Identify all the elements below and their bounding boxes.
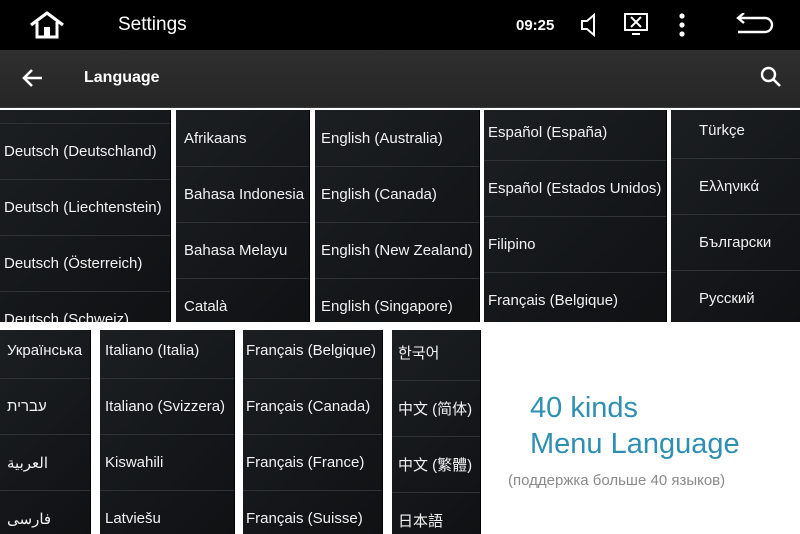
language-panel-6: Українська עברית العربية فارسی <box>0 330 91 534</box>
app-title: Settings <box>118 14 187 35</box>
language-panel-1: Deutsch (Deutschland) Deutsch (Liechtens… <box>0 110 171 322</box>
language-item[interactable]: Français (Canada) <box>243 378 382 434</box>
caption-headline: 40 kinds <box>530 392 639 424</box>
language-item[interactable]: العربية <box>0 434 90 490</box>
language-item[interactable]: 中文 (简体) <box>392 380 480 436</box>
arrow-back-icon[interactable] <box>22 67 44 89</box>
language-item[interactable]: 日本語 <box>392 492 480 534</box>
language-item[interactable]: فارسی <box>0 490 90 534</box>
language-panel-9: 한국어 中文 (简体) 中文 (繁體) 日本語 <box>392 330 481 534</box>
language-panel-5: Türkçe Ελληνικά Български Русский <box>671 110 800 322</box>
language-item[interactable]: 한국어 <box>392 330 480 380</box>
language-item[interactable]: Bahasa Indonesia <box>176 166 309 222</box>
language-panel-2: Afrikaans Bahasa Indonesia Bahasa Melayu… <box>176 110 310 322</box>
language-item[interactable]: Deutsch (Deutschland) <box>0 123 170 179</box>
more-vert-icon[interactable] <box>677 13 687 37</box>
page-title: Language <box>84 69 160 86</box>
language-item[interactable]: Deutsch (Liechtenstein) <box>0 179 170 235</box>
language-item[interactable]: Deutsch (Schweiz) <box>0 291 170 322</box>
language-item[interactable]: 中文 (繁體) <box>392 436 480 492</box>
clock: 09:25 <box>516 17 555 34</box>
language-item[interactable]: English (Singapore) <box>315 278 479 322</box>
language-item[interactable]: Български <box>671 214 800 270</box>
language-item[interactable]: Español (España) <box>484 110 666 160</box>
language-item[interactable]: Italiano (Svizzera) <box>100 378 234 434</box>
language-item[interactable]: English (Canada) <box>315 166 479 222</box>
language-panel-4: Español (España) Español (Estados Unidos… <box>484 110 667 322</box>
language-item[interactable]: Filipino <box>484 216 666 272</box>
language-panel-8: Français (Belgique) Français (Canada) Fr… <box>243 330 383 534</box>
language-item[interactable]: English (Australia) <box>315 110 479 166</box>
home-icon[interactable] <box>28 10 66 40</box>
status-bar: Settings 09:25 <box>0 0 800 50</box>
language-item[interactable]: Kiswahili <box>100 434 234 490</box>
search-icon[interactable] <box>760 66 782 88</box>
language-item[interactable]: Deutsch (Österreich) <box>0 235 170 291</box>
language-panel-3: English (Australia) English (Canada) Eng… <box>315 110 480 322</box>
language-item[interactable]: Ελληνικά <box>671 158 800 214</box>
language-item[interactable]: Afrikaans <box>176 110 309 166</box>
language-item[interactable]: Bahasa Melayu <box>176 222 309 278</box>
language-item[interactable]: Italiano (Italia) <box>100 330 234 378</box>
caption-note: (поддержка больше 40 языков) <box>508 472 726 489</box>
language-item[interactable]: Français (France) <box>243 434 382 490</box>
language-item[interactable]: Українська <box>0 330 90 378</box>
volume-icon[interactable] <box>579 12 601 38</box>
language-item[interactable]: Français (Belgique) <box>484 272 666 322</box>
language-item[interactable]: Français (Suisse) <box>243 490 382 534</box>
language-item[interactable]: Русский <box>671 270 800 322</box>
action-bar: Language <box>0 50 800 108</box>
caption-subheadline: Menu Language <box>530 428 740 460</box>
language-item[interactable]: Français (Belgique) <box>243 330 382 378</box>
language-item[interactable]: Català <box>176 278 309 322</box>
language-item[interactable]: עברית <box>0 378 90 434</box>
language-panel-7: Italiano (Italia) Italiano (Svizzera) Ki… <box>100 330 235 534</box>
language-item[interactable]: Español (Estados Unidos) <box>484 160 666 216</box>
language-item[interactable]: Latviešu <box>100 490 234 534</box>
language-item[interactable]: English (New Zealand) <box>315 222 479 278</box>
language-item[interactable]: Türkçe <box>671 110 800 158</box>
close-window-icon[interactable] <box>623 12 649 36</box>
back-return-icon[interactable] <box>734 12 774 37</box>
